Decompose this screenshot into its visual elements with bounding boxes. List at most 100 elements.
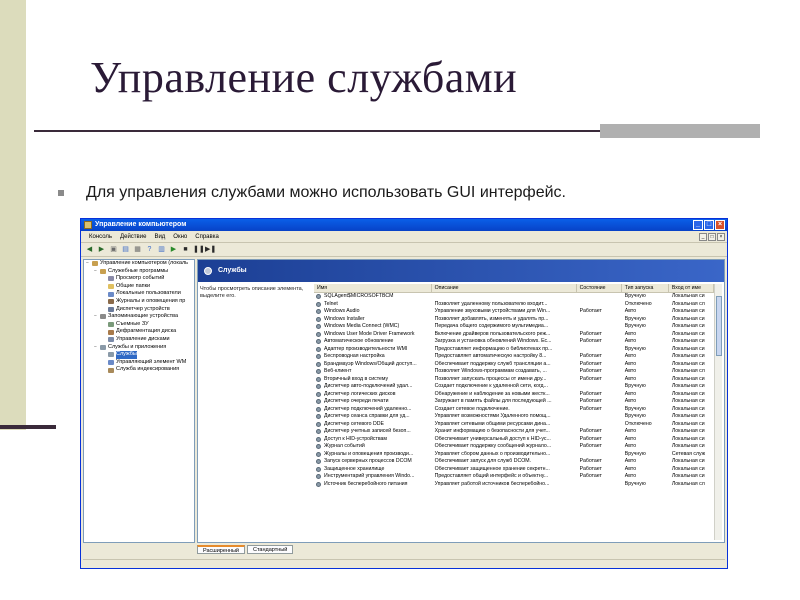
service-gear-icon [316,399,321,405]
column-logon-as[interactable]: Вход от име [669,284,715,292]
tab-standard[interactable]: Стандартный [247,545,294,554]
show-tree-icon[interactable]: ▤ [121,245,130,254]
service-description: Хранит информацию о безопасности для уче… [434,428,550,434]
service-status [577,323,622,331]
expand-icon[interactable]: − [94,268,99,276]
stop-service-icon[interactable]: ■ [181,245,190,254]
menu-help[interactable]: Справка [195,231,219,242]
service-row[interactable]: Защищенное хранилище Обеспечивает защищен… [314,466,714,474]
tree-item[interactable]: Общие папки [84,283,194,291]
service-row[interactable]: Диспетчер авто-подключений удал... Создае… [314,383,714,391]
service-row[interactable]: Адаптер производительности WMI Предоставл… [314,346,714,354]
service-row[interactable]: Источник бесперебойного питания Управляет… [314,481,714,489]
service-logon: Локальная си [671,428,705,434]
menu-window[interactable]: Окно [173,231,187,242]
service-row[interactable]: Windows Installer Позволяет добавлять, из… [314,316,714,324]
service-gear-icon [316,346,321,352]
service-row[interactable]: Беспроводная настройка Предоставляет авто… [314,353,714,361]
back-arrow-icon[interactable]: ◀ [85,245,94,254]
service-row[interactable]: Журналы и оповещения производи... Управля… [314,451,714,459]
service-row[interactable]: Веб-клиент Позволяет Windows-программам с… [314,368,714,376]
service-row[interactable]: Автоматическое обновление Загрузка и уста… [314,338,714,346]
service-name: Windows Installer [314,316,432,324]
help-icon[interactable]: ? [145,245,154,254]
child-close-button[interactable]: × [717,233,725,241]
service-row[interactable]: Windows User Mode Driver Framework Включе… [314,331,714,339]
slide-left-band [0,0,26,430]
tree-item[interactable]: Дефрагментация диска [84,328,194,336]
service-row[interactable]: Windows Audio Управление звуковыми устрой… [314,308,714,316]
tree-item[interactable]: Службы [84,351,194,359]
start-service-icon[interactable]: ▶ [169,245,178,254]
service-startup-type: Авто [624,398,637,404]
scrollbar-thumb[interactable] [716,296,722,356]
service-status: Работает [579,473,602,479]
column-status[interactable]: Состояние [577,284,622,292]
minimize-button[interactable]: _ [693,220,703,230]
forward-arrow-icon[interactable]: ▶ [97,245,106,254]
service-row[interactable]: Диспетчер очереди печати Загружает в памя… [314,398,714,406]
service-gear-icon [316,429,321,435]
service-status: Работает [579,308,602,314]
export-list-icon[interactable]: ▦ [133,245,142,254]
service-row[interactable]: Windows Media Connect (WMC) Передача обще… [314,323,714,331]
column-startup-type[interactable]: Тип запуска [622,284,669,292]
service-startup-type: Вручную [624,345,646,352]
service-description: Загрузка и установка обновлений Windows.… [434,338,552,344]
vertical-scrollbar[interactable] [714,284,722,540]
tree-item[interactable]: Локальные пользователи [84,290,194,298]
tree-item[interactable]: Журналы и оповещения пр [84,298,194,306]
child-minimize-button[interactable]: _ [699,233,707,241]
service-row[interactable]: SQLAgent$MICROSOFTBCM Вручную Локальная си [314,293,714,301]
service-name: Беспроводная настройка [314,353,432,361]
pause-service-icon[interactable]: ❚❚ [193,245,205,254]
service-startup-type: Авто [624,368,637,374]
tree-item[interactable]: − Управление компьютером (локаль [84,260,194,268]
tree-item-label: Службы и приложения [108,343,167,350]
service-row[interactable]: Диспетчер сеанса справки для уд... Управл… [314,413,714,421]
service-description: Предоставляет общий интерфейс и объектну… [434,473,549,479]
service-startup-type: Авто [624,330,637,337]
service-row[interactable]: Диспетчер подключений удаленно... Создает… [314,406,714,414]
expand-icon[interactable]: − [94,344,99,352]
service-status: Работает [579,375,602,382]
service-row[interactable]: Диспетчер сетевого DDE Управляет сетевыми… [314,421,714,429]
expand-icon[interactable]: − [86,260,91,268]
menu-console[interactable]: Консоль [89,231,112,242]
service-row[interactable]: Журнал событий Обеспечивает поддержку соо… [314,443,714,451]
column-name[interactable]: Имя [314,284,432,292]
service-description: Включение драйверов пользовательского ре… [434,330,551,337]
properties-icon[interactable]: ▥ [157,245,166,254]
column-description[interactable]: Описание [432,284,577,292]
service-gear-icon [316,309,321,315]
tree-item[interactable]: − Запоминающие устройства [84,313,194,321]
close-button[interactable]: × [715,220,725,230]
service-row[interactable]: Запуск серверных процессов DCOM Обеспечив… [314,458,714,466]
service-row[interactable]: Диспетчер учетных записей безоп... Хранит… [314,428,714,436]
main-content: − Управление компьютером (локаль − Служебны… [83,259,725,559]
expand-icon[interactable]: − [94,313,99,321]
menu-action[interactable]: Действие [120,231,146,242]
tree-item[interactable]: Съемные ЗУ [84,321,194,329]
service-row[interactable]: Диспетчер логических дисков Обнаружение и… [314,391,714,399]
window-title: Управление компьютером [95,221,187,228]
child-restore-button[interactable]: □ [708,233,716,241]
computer-management-window: Управление компьютером _ □ × Консоль Дей… [80,218,728,569]
service-description: Позволяет Windows-программам создавать, … [434,368,547,374]
window-titlebar[interactable]: Управление компьютером _ □ × [81,219,727,231]
tab-extended[interactable]: Расширенный [197,545,245,554]
service-row[interactable]: Брандмауэр Windows/Общий доступ... Обеспе… [314,361,714,369]
service-row[interactable]: Инструментарий управления Windo... Предос… [314,473,714,481]
tree-item[interactable]: Управление дисками [84,336,194,344]
service-row[interactable]: Доступ к HID-устройствам Обеспечивает уни… [314,436,714,444]
restart-service-icon[interactable]: ▶❚ [205,245,216,254]
service-row[interactable]: Telnet Позволяет удаленному пользователю … [314,301,714,309]
tree-item[interactable]: − Службы и приложения [84,344,194,352]
maximize-button[interactable]: □ [704,220,714,230]
up-folder-icon[interactable]: ▣ [109,245,118,254]
tree-item[interactable]: Просмотр событий [84,275,194,283]
menu-view[interactable]: Вид [154,231,165,242]
service-row[interactable]: Вторичный вход в систему Позволяет запуск… [314,376,714,384]
tree-item[interactable]: Управляющий элемент WM [84,359,194,367]
tree-item[interactable]: Служба индексирования [84,366,194,374]
